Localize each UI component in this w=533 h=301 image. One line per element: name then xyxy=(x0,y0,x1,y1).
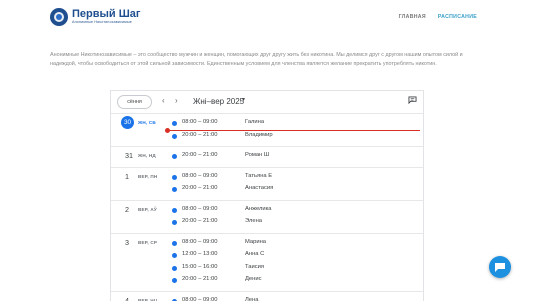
event-time: 15:00 – 16:00 xyxy=(182,264,217,270)
event-color-dot xyxy=(172,121,177,126)
today-button[interactable]: сёння xyxy=(117,95,152,109)
event-color-dot xyxy=(172,208,177,213)
event-time: 20:00 – 21:00 xyxy=(182,185,217,191)
event-time: 08:00 – 09:00 xyxy=(182,173,217,179)
event-title: Роман Ш xyxy=(245,152,269,158)
schedule-calendar: сёння ‹ › Жні–вер 2025 ▼ 30ЖН, СБ08:00 –… xyxy=(110,90,424,301)
event-item[interactable]: 08:00 – 09:00 Лена xyxy=(111,295,423,301)
chat-button[interactable] xyxy=(489,256,511,278)
event-title: Анжелика xyxy=(245,206,272,212)
event-color-dot xyxy=(172,220,177,225)
event-color-dot xyxy=(172,278,177,283)
current-time-line xyxy=(167,130,420,131)
day-row: 2ВЕР, АЎ08:00 – 09:00Анжелика20:00 – 21:… xyxy=(111,200,423,233)
current-time-dot xyxy=(165,128,170,133)
event-time: 20:00 – 21:00 xyxy=(182,132,217,138)
event-time: 08:00 – 09:00 xyxy=(182,297,217,301)
event-item[interactable]: 20:00 – 21:00 Анастасия xyxy=(111,183,423,195)
month-dropdown-icon[interactable]: ▼ xyxy=(241,97,246,103)
event-time: 08:00 – 09:00 xyxy=(182,119,217,125)
event-time: 12:00 – 13:00 xyxy=(182,251,217,257)
month-label[interactable]: Жні–вер 2025 xyxy=(193,97,244,106)
event-item[interactable]: 08:00 – 09:00 Марина xyxy=(111,237,423,249)
event-color-dot xyxy=(172,241,177,246)
event-title: Элена xyxy=(245,218,262,224)
event-title: Анна С xyxy=(245,251,264,257)
day-row: 1ВЕР, ПН08:00 – 09:00Татьяна Е20:00 – 21… xyxy=(111,167,423,200)
event-item[interactable]: 08:00 – 09:00 Галина xyxy=(111,117,423,129)
event-item[interactable]: 08:00 – 09:00 Анжелика xyxy=(111,204,423,216)
event-title: Марина xyxy=(245,239,266,245)
event-color-dot xyxy=(172,175,177,180)
event-time: 20:00 – 21:00 xyxy=(182,152,217,158)
event-item[interactable]: 20:00 – 21:00 Денис xyxy=(111,274,423,286)
event-time: 08:00 – 09:00 xyxy=(182,239,217,245)
logo-subtitle: Анонимные Никотинозависимые xyxy=(72,21,140,25)
event-time: 20:00 – 21:00 xyxy=(182,276,217,282)
logo-title: Первый Шаг xyxy=(72,9,140,20)
event-time: 20:00 – 21:00 xyxy=(182,218,217,224)
event-item[interactable]: 20:00 – 21:00 Роман Ш xyxy=(111,150,423,162)
logo-emblem-icon xyxy=(50,8,68,26)
event-title: Владимир xyxy=(245,132,273,138)
event-color-dot xyxy=(172,154,177,159)
event-title: Татьяна Е xyxy=(245,173,272,179)
event-color-dot xyxy=(172,253,177,258)
comment-icon[interactable] xyxy=(408,96,417,104)
main-nav: ГЛАВНАЯ РАСПИСАНИЕ xyxy=(399,14,477,20)
day-row: 3ВЕР, СР08:00 – 09:00Марина12:00 – 13:00… xyxy=(111,233,423,291)
chat-icon xyxy=(494,262,506,273)
event-item[interactable]: 20:00 – 21:00 Элена xyxy=(111,216,423,228)
event-time: 08:00 – 09:00 xyxy=(182,206,217,212)
event-item[interactable]: 15:00 – 16:00 Таисия xyxy=(111,262,423,274)
agenda-list: 30ЖН, СБ08:00 – 09:00Галина20:00 – 21:00… xyxy=(111,113,423,301)
event-title: Таисия xyxy=(245,264,264,270)
previous-period-icon[interactable]: ‹ xyxy=(162,96,165,106)
nav-home-link[interactable]: ГЛАВНАЯ xyxy=(399,14,426,20)
site-logo[interactable]: Первый Шаг Анонимные Никотинозависимые xyxy=(50,8,140,26)
event-item[interactable]: 20:00 – 21:00 Владимир xyxy=(111,130,423,142)
calendar-toolbar: сёння ‹ › Жні–вер 2025 ▼ xyxy=(111,91,423,113)
event-title: Денис xyxy=(245,276,262,282)
day-row: 30ЖН, СБ08:00 – 09:00Галина20:00 – 21:00… xyxy=(111,113,423,146)
event-color-dot xyxy=(172,134,177,139)
nav-schedule-link[interactable]: РАСПИСАНИЕ xyxy=(438,14,477,20)
event-color-dot xyxy=(172,266,177,271)
next-period-icon[interactable]: › xyxy=(175,96,178,106)
day-row: 4ВЕР, ЧЦ08:00 – 09:00Лена xyxy=(111,291,423,301)
event-item[interactable]: 12:00 – 13:00 Анна С xyxy=(111,249,423,261)
event-title: Лена xyxy=(245,297,258,301)
day-row: 31ЖН, НД20:00 – 21:00Роман Ш xyxy=(111,146,423,167)
event-title: Галина xyxy=(245,119,264,125)
event-item[interactable]: 08:00 – 09:00 Татьяна Е xyxy=(111,171,423,183)
intro-paragraph: Анонимные Никотинозависимые – это сообще… xyxy=(50,51,482,69)
event-title: Анастасия xyxy=(245,185,273,191)
event-color-dot xyxy=(172,187,177,192)
